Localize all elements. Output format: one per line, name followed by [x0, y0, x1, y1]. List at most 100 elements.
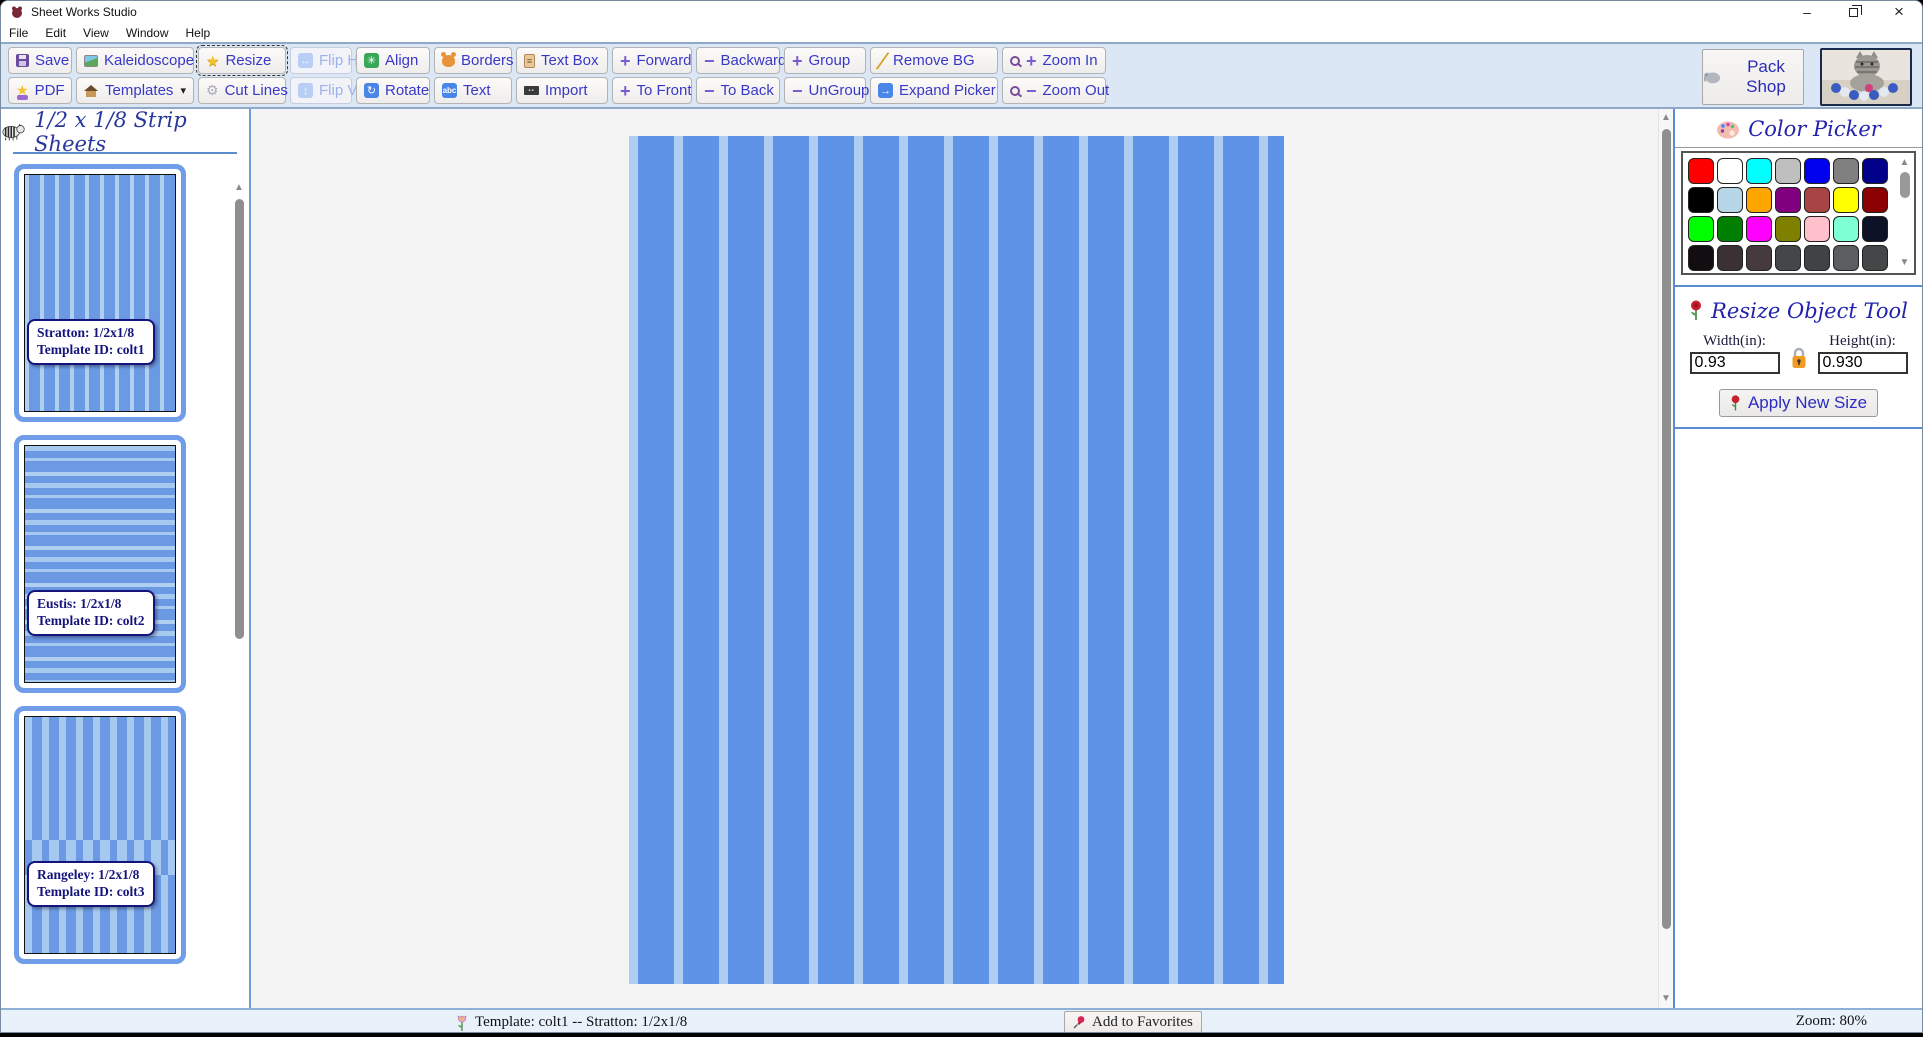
color-swatch[interactable]: [1833, 216, 1859, 242]
app-window: Sheet Works Studio – × File Edit View Wi…: [0, 0, 1923, 1033]
restore-button[interactable]: [1830, 1, 1876, 23]
width-input[interactable]: [1690, 352, 1780, 374]
template-thumbnail-stratton[interactable]: Stratton: 1/2x1/8 Template ID: colt1: [14, 164, 186, 422]
to-back-button[interactable]: − To Back: [696, 77, 780, 104]
minus-icon: −: [1026, 82, 1037, 100]
color-swatch[interactable]: [1775, 216, 1801, 242]
expand-picker-button[interactable]: → Expand Picker: [870, 77, 998, 104]
color-swatch[interactable]: [1862, 245, 1888, 271]
color-swatch[interactable]: [1833, 245, 1859, 271]
menu-file[interactable]: File: [9, 26, 28, 40]
color-swatch[interactable]: [1688, 187, 1714, 213]
color-swatch[interactable]: [1717, 158, 1743, 184]
color-swatch[interactable]: [1688, 158, 1714, 184]
swatch-grid: [1688, 158, 1894, 271]
apply-new-size-button[interactable]: Apply New Size: [1719, 389, 1878, 417]
scroll-down-icon[interactable]: ▼: [1897, 256, 1912, 270]
color-swatch[interactable]: [1804, 245, 1830, 271]
menu-view[interactable]: View: [83, 26, 109, 40]
striped-sheet-object[interactable]: [629, 136, 1284, 984]
canvas-scrollbar[interactable]: ▲ ▼: [1658, 109, 1673, 1008]
height-label: Height(in):: [1829, 333, 1896, 350]
color-swatch[interactable]: [1775, 187, 1801, 213]
canvas-scrollbar-thumb[interactable]: [1662, 129, 1671, 929]
magnifier-icon: [1010, 56, 1020, 66]
save-button[interactable]: Save: [8, 47, 72, 74]
aspect-lock[interactable]: [1790, 347, 1808, 375]
zoom-out-button[interactable]: − Zoom Out: [1002, 77, 1106, 104]
magic-wand-icon: ╱: [877, 51, 888, 70]
scroll-up-icon[interactable]: ▲: [232, 181, 246, 195]
to-front-button[interactable]: + To Front: [612, 77, 692, 104]
height-input[interactable]: [1818, 352, 1908, 374]
color-swatch[interactable]: [1862, 158, 1888, 184]
templates-dropdown[interactable]: Templates ▾: [76, 77, 194, 104]
color-swatch[interactable]: [1862, 216, 1888, 242]
color-swatch[interactable]: [1746, 187, 1772, 213]
ungroup-button[interactable]: − UnGroup: [784, 77, 866, 104]
chevron-down-icon: ▾: [180, 84, 186, 97]
scroll-up-icon[interactable]: ▲: [1897, 156, 1912, 170]
kaleidoscope-dropdown[interactable]: Kaleidoscope ▾: [76, 47, 194, 74]
color-swatch[interactable]: [1717, 245, 1743, 271]
borders-button[interactable]: Borders: [434, 47, 512, 74]
flip-v-button: ↕ Flip V: [290, 77, 352, 104]
toolbar: Save ★ PDF Kaleidoscope ▾ Templates ▾ ★ …: [1, 42, 1922, 109]
pdf-button[interactable]: ★ PDF: [8, 77, 72, 104]
text-box-button[interactable]: ≡ Text Box: [516, 47, 608, 74]
template-thumbnail-rangeley[interactable]: Rangeley: 1/2x1/8 Template ID: colt3: [14, 706, 186, 964]
scroll-down-icon[interactable]: ▼: [1659, 992, 1673, 1006]
app-icon: [10, 5, 24, 19]
menu-edit[interactable]: Edit: [45, 26, 66, 40]
color-swatch[interactable]: [1862, 187, 1888, 213]
add-to-favorites-button[interactable]: Add to Favorites: [1064, 1011, 1202, 1033]
menu-help[interactable]: Help: [186, 26, 211, 40]
sidebar-scrollbar[interactable]: ▲: [232, 181, 246, 1002]
template-thumbnail-eustis[interactable]: Eustis: 1/2x1/8 Template ID: colt2: [14, 435, 186, 693]
elephant-icon: [1703, 69, 1721, 85]
rotate-button[interactable]: ↻ Rotate: [356, 77, 430, 104]
scroll-up-icon[interactable]: ▲: [1659, 111, 1673, 125]
cassette-icon: ▪▪: [524, 86, 539, 95]
minimize-button[interactable]: –: [1784, 1, 1830, 23]
rose-icon: [1689, 300, 1703, 322]
sidebar-scrollbar-thumb[interactable]: [235, 199, 244, 639]
color-swatch[interactable]: [1688, 245, 1714, 271]
text-button[interactable]: abc Text: [434, 77, 512, 104]
swatch-scrollbar[interactable]: ▲ ▼: [1897, 156, 1912, 270]
cat-beads-photo[interactable]: [1820, 48, 1912, 106]
color-swatch[interactable]: [1833, 187, 1859, 213]
right-panel: Color Picker: [1673, 109, 1922, 1008]
star-icon: ★: [206, 52, 219, 70]
width-label: Width(in):: [1703, 333, 1766, 350]
swatch-scrollbar-thumb[interactable]: [1900, 172, 1910, 198]
minus-icon: −: [792, 82, 803, 100]
cut-lines-button[interactable]: ⚙ Cut Lines: [198, 77, 286, 104]
color-swatch[interactable]: [1804, 158, 1830, 184]
cat-beads-image: [1822, 50, 1910, 104]
zoom-in-button[interactable]: + Zoom In: [1002, 47, 1106, 74]
color-swatch[interactable]: [1775, 245, 1801, 271]
align-button[interactable]: ✳ Align: [356, 47, 430, 74]
color-swatch[interactable]: [1717, 187, 1743, 213]
close-button[interactable]: ×: [1876, 1, 1922, 23]
group-button[interactable]: + Group: [784, 47, 866, 74]
menu-window[interactable]: Window: [126, 26, 169, 40]
color-swatch[interactable]: [1746, 158, 1772, 184]
pack-shop-button[interactable]: Pack Shop: [1702, 49, 1804, 105]
resize-button[interactable]: ★ Resize: [198, 47, 286, 74]
import-button[interactable]: ▪▪ Import: [516, 77, 608, 104]
backward-button[interactable]: − Backward: [696, 47, 780, 74]
color-swatch[interactable]: [1833, 158, 1859, 184]
color-swatch[interactable]: [1775, 158, 1801, 184]
color-swatch[interactable]: [1746, 245, 1772, 271]
rangeley-pattern-preview: [24, 716, 176, 954]
color-swatch[interactable]: [1717, 216, 1743, 242]
remove-bg-button[interactable]: ╱ Remove BG: [870, 47, 998, 74]
color-swatch[interactable]: [1804, 187, 1830, 213]
forward-button[interactable]: + Forward: [612, 47, 692, 74]
color-swatch[interactable]: [1688, 216, 1714, 242]
color-swatch[interactable]: [1746, 216, 1772, 242]
color-swatch[interactable]: [1804, 216, 1830, 242]
design-canvas[interactable]: ▲ ▼: [251, 109, 1673, 1008]
